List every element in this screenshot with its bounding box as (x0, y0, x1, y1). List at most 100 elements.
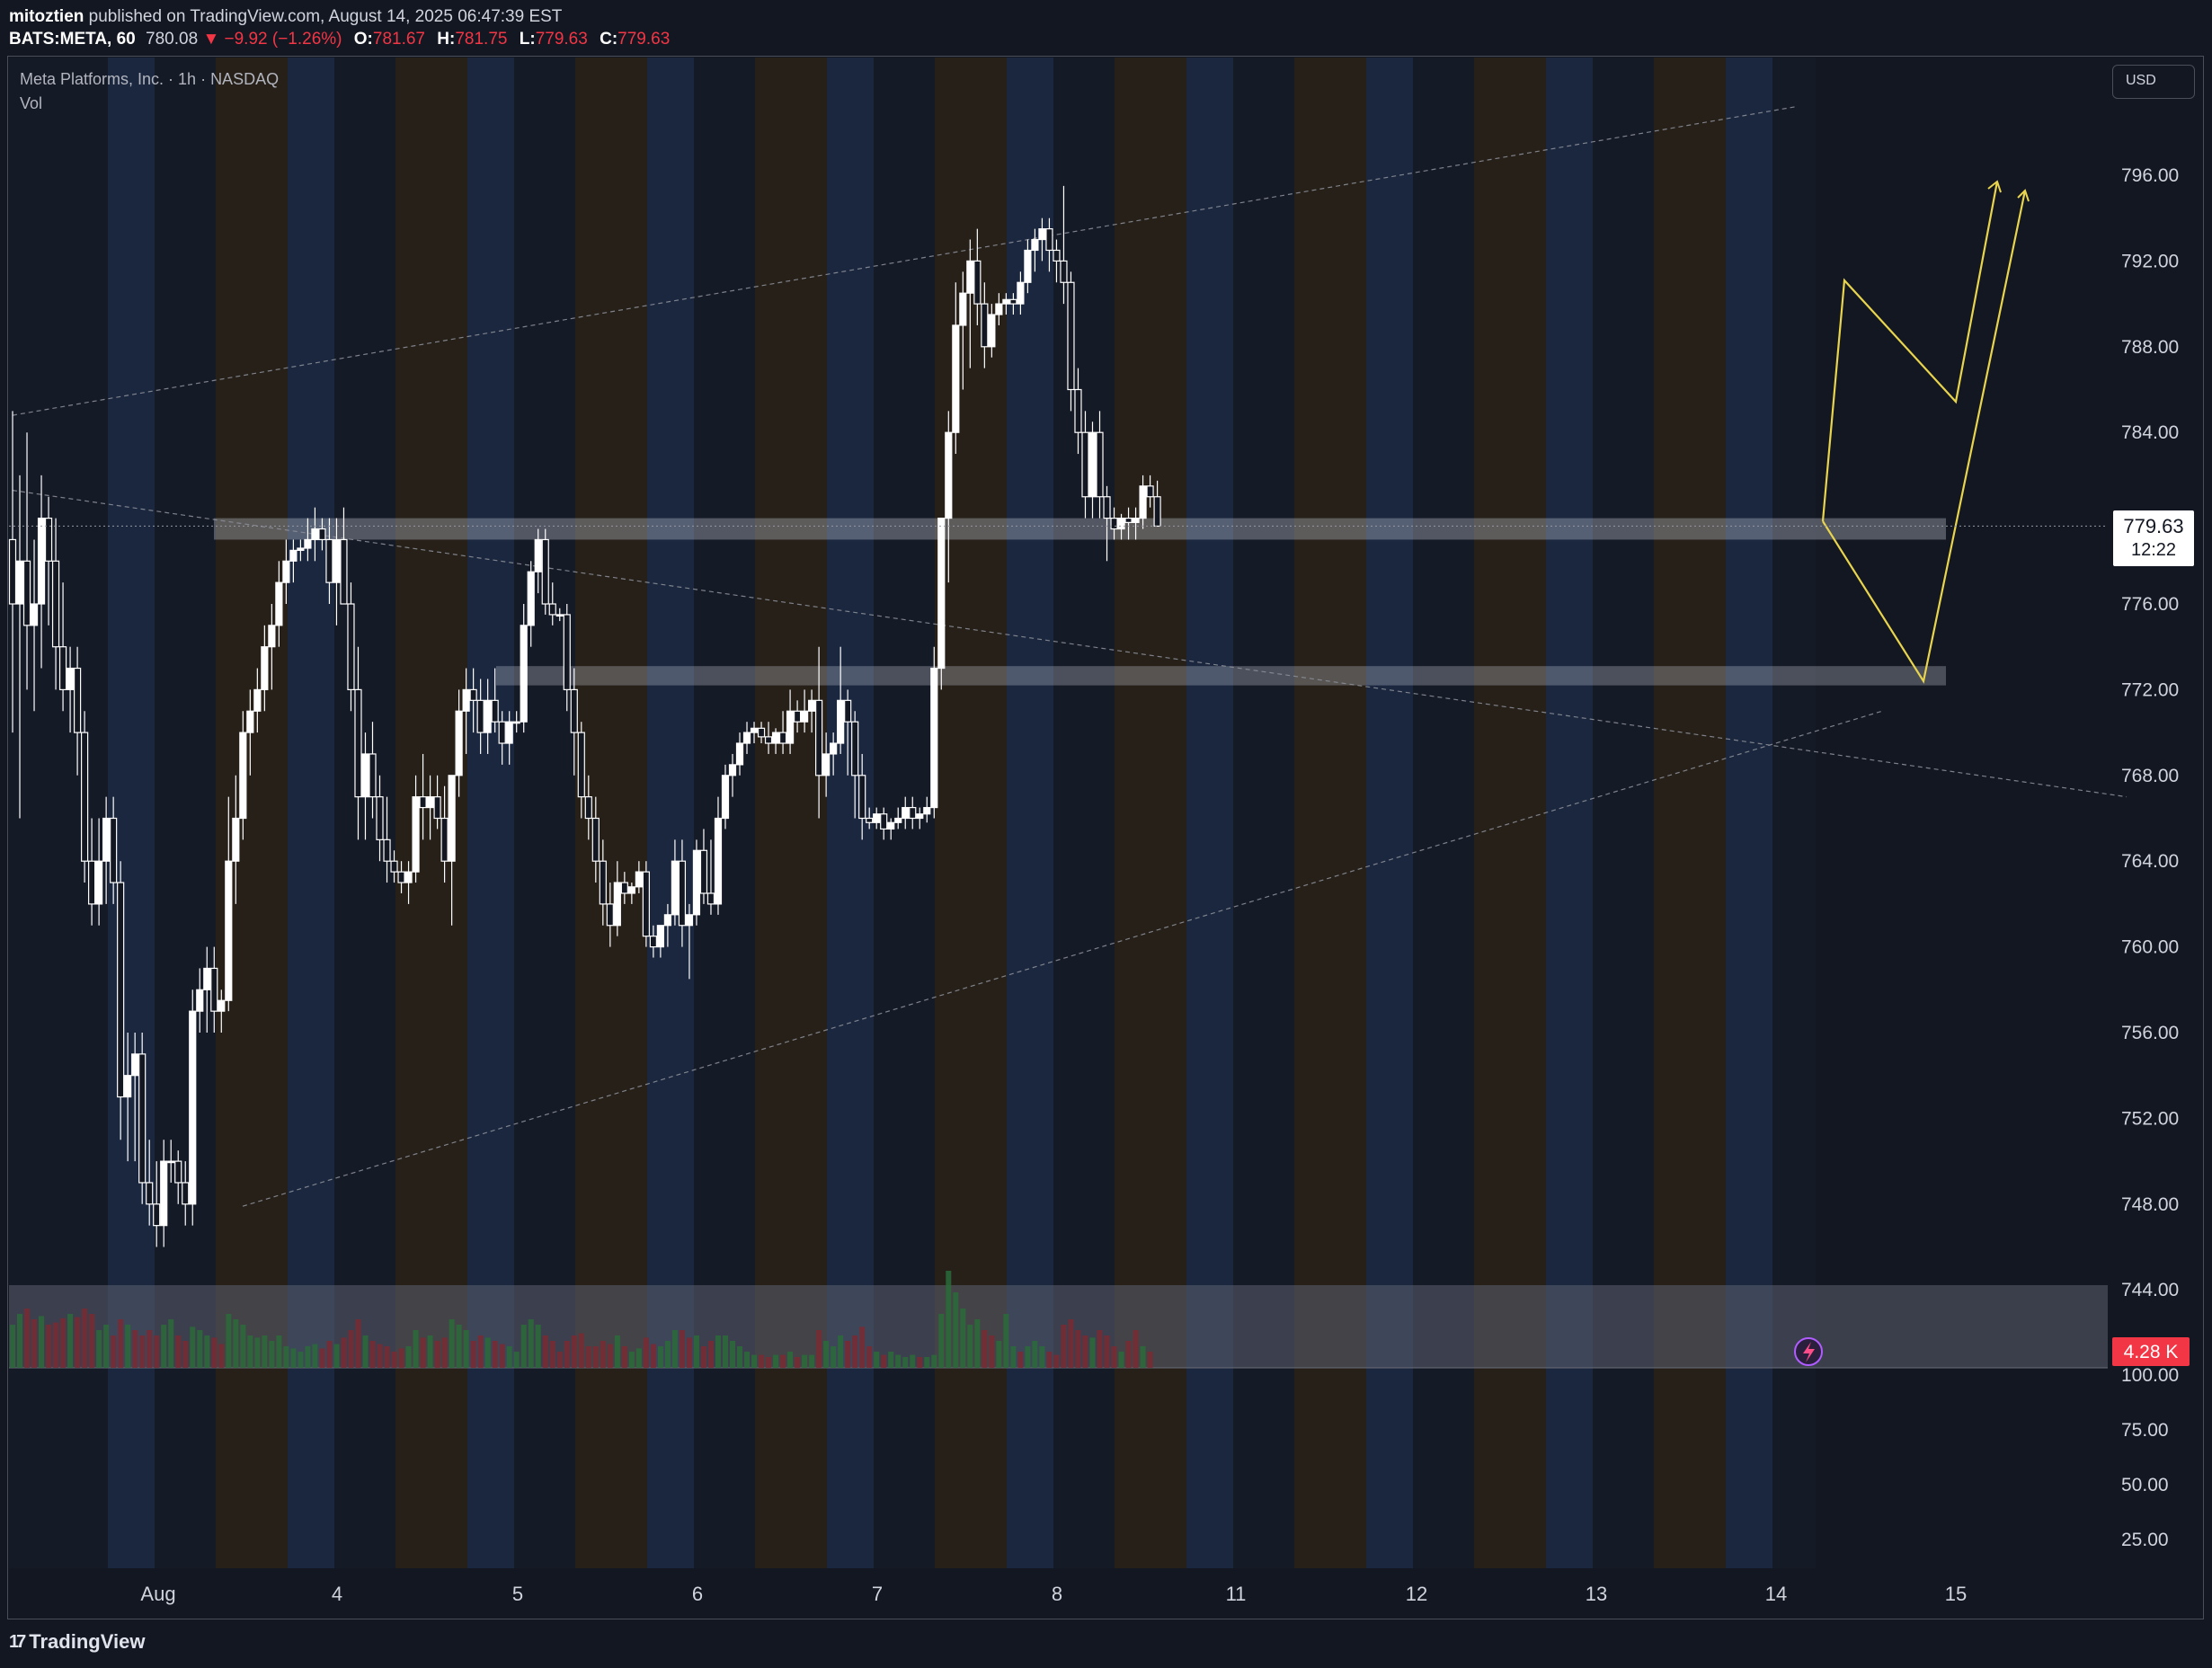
candle-body (988, 314, 996, 348)
candle-body (1031, 238, 1039, 252)
volume-bar (1039, 1346, 1045, 1368)
candle-body (959, 292, 967, 326)
price-tick-label: 764.00 (2121, 851, 2179, 872)
volume-bar (168, 1319, 174, 1368)
volume-bar (809, 1354, 815, 1368)
legend-title[interactable]: Meta Platforms, Inc. · 1h · NASDAQ (20, 70, 279, 89)
volume-bar (276, 1335, 282, 1368)
candle-body (469, 688, 477, 701)
projection-line-upper (1821, 181, 1999, 522)
candle-body (548, 603, 556, 616)
candle-body (627, 886, 635, 894)
candle-body (455, 710, 463, 776)
volume-bar (816, 1330, 822, 1368)
candle-body (203, 967, 211, 990)
volume-bar (895, 1354, 902, 1368)
volume-bar (974, 1319, 981, 1368)
currency-button[interactable]: USD (2112, 65, 2195, 99)
volume-bar (405, 1346, 412, 1368)
candle-body (30, 603, 39, 626)
volume-bar (766, 1357, 772, 1368)
volume-bar (240, 1325, 246, 1368)
candle-body (649, 936, 657, 948)
candle-body (51, 560, 60, 648)
price-tick-label: 796.00 (2121, 165, 2179, 186)
volume-bar (89, 1314, 95, 1368)
last-price-tag: 779.63 12:22 (2112, 510, 2195, 567)
candle-body (311, 528, 319, 541)
volume-bar (874, 1352, 880, 1368)
candlestick-chart[interactable]: 796.00 792.00 788.00 784.00 776.00 772.00 768.… (0, 0, 2212, 1668)
volume-bar (1104, 1335, 1110, 1368)
volume-bar (556, 1352, 563, 1368)
volume-bar (413, 1330, 419, 1368)
candle-body (930, 667, 938, 809)
volume-bar (888, 1352, 894, 1368)
volume-bar (982, 1330, 988, 1368)
price-axis[interactable]: 796.00 792.00 788.00 784.00 776.00 772.00 768.… (2121, 165, 2179, 1300)
candle-body (117, 882, 125, 1098)
candle-body (771, 732, 780, 744)
time-axis[interactable]: Aug 4 5 6 7 8 11 12 13 14 15 (140, 1583, 1967, 1605)
volume-bar (254, 1337, 261, 1368)
candle-body (570, 688, 578, 733)
volume-bar (564, 1341, 570, 1368)
candle-body (146, 1182, 154, 1205)
price-tick-label: 752.00 (2121, 1108, 2179, 1129)
candle-body (793, 710, 802, 723)
candle-body (167, 1160, 175, 1164)
volume-bar (953, 1292, 959, 1368)
candle-body (138, 1053, 147, 1184)
volume-bar (831, 1346, 837, 1368)
tradingview-logo[interactable]: 17 TradingView (9, 1630, 145, 1654)
legend-volume[interactable]: Vol (20, 94, 279, 113)
volume-bar (96, 1330, 102, 1368)
volume-bar (46, 1325, 52, 1368)
volume-bar (715, 1335, 721, 1368)
oscillator-axis[interactable]: 100.00 75.00 50.00 25.00 (2121, 1365, 2179, 1550)
candle-body (786, 710, 795, 744)
candle-body (692, 849, 701, 916)
volume-bar (535, 1325, 541, 1368)
lightning-icon[interactable] (1794, 1337, 1823, 1366)
volume-bar (1010, 1346, 1017, 1368)
price-tick-label: 744.00 (2121, 1280, 2179, 1300)
volume-bar (838, 1335, 844, 1368)
candle-body (620, 882, 628, 894)
volume-bar (1068, 1319, 1074, 1368)
candle-body (851, 721, 859, 776)
price-tick-label: 756.00 (2121, 1023, 2179, 1043)
volume-bar (463, 1330, 469, 1368)
volume-bar (1075, 1330, 1081, 1368)
volume-bar (607, 1344, 613, 1368)
volume-bar (1125, 1341, 1132, 1368)
volume-bar (671, 1330, 678, 1368)
volume-bar (686, 1337, 692, 1368)
volume-bar (298, 1352, 304, 1368)
projection-path[interactable] (1821, 180, 2030, 684)
candle-body (1146, 485, 1154, 498)
volume-bar (39, 1316, 45, 1368)
volume-bar (333, 1344, 340, 1368)
volume-bar (542, 1335, 548, 1368)
candle-body (873, 813, 881, 823)
candle-body (232, 817, 240, 862)
candle-body (1124, 517, 1133, 523)
volume-bar (744, 1352, 751, 1368)
candle-body (894, 817, 902, 823)
last-price-value: 779.63 (2123, 515, 2184, 537)
volume-bar (506, 1346, 512, 1368)
candle-body (1024, 249, 1032, 283)
candle-body (153, 1203, 161, 1227)
candle-body (225, 860, 233, 1001)
volume-bar (398, 1348, 404, 1368)
volume-bar (470, 1341, 476, 1368)
candle-body (778, 732, 787, 744)
time-tick-label: 4 (332, 1583, 342, 1605)
volume-bar (132, 1330, 138, 1368)
candle-body (131, 1053, 139, 1077)
volume-bar (996, 1341, 1002, 1368)
candle-body (325, 538, 333, 583)
volume-bar (391, 1352, 397, 1368)
candle-body (512, 721, 520, 724)
